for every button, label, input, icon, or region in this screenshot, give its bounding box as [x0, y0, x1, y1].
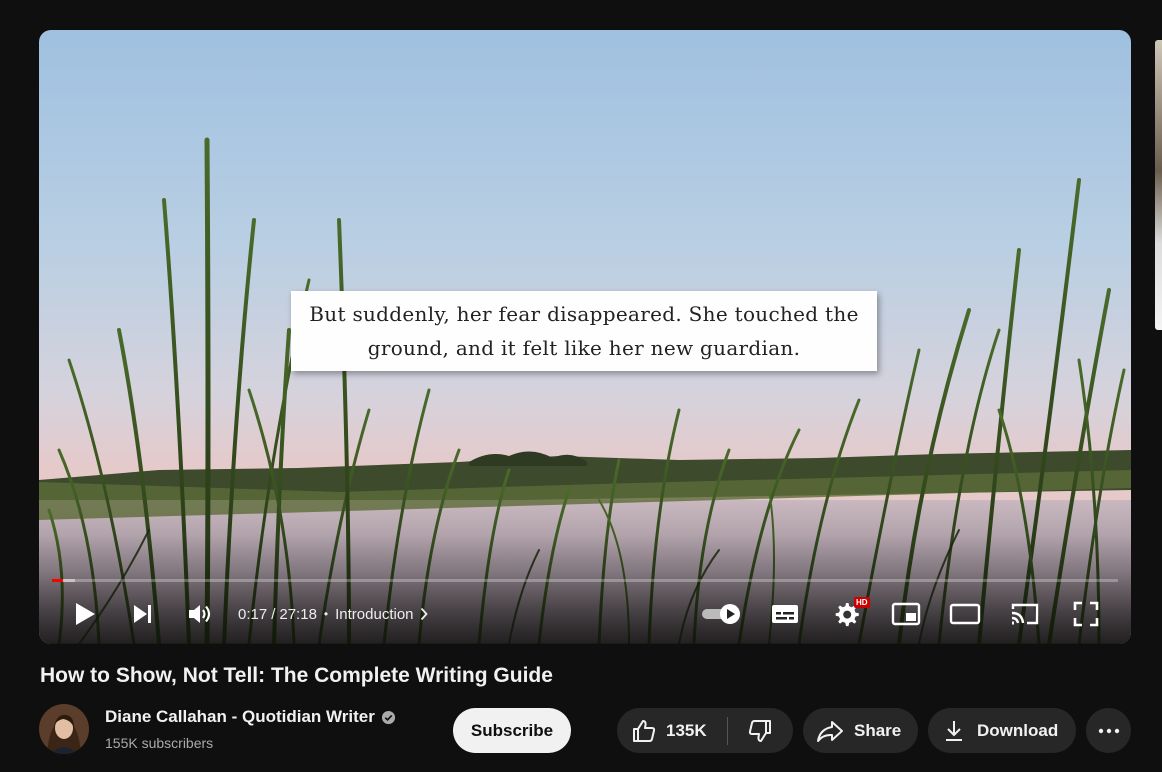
overlay-line-2: ground, and it felt like her new guardia… [367, 336, 801, 360]
time-separator: / [271, 605, 276, 623]
thumbs-up-icon [633, 719, 656, 742]
channel-name-row[interactable]: Diane Callahan - Quotidian Writer [105, 707, 396, 727]
miniplayer-icon [891, 602, 921, 626]
fullscreen-icon [1073, 601, 1099, 627]
autoplay-toggle[interactable] [699, 596, 745, 632]
cast-icon [1011, 603, 1039, 625]
download-icon [946, 720, 962, 741]
subtitles-icon [772, 605, 798, 623]
like-count: 135K [666, 720, 707, 740]
cast-button[interactable] [1006, 596, 1044, 632]
subscribe-label: Subscribe [470, 720, 554, 740]
theater-mode-button[interactable] [946, 596, 984, 632]
next-button[interactable] [125, 596, 161, 632]
miniplayer-button[interactable] [887, 596, 925, 632]
like-button[interactable]: 135K [617, 708, 727, 753]
video-player[interactable]: But suddenly, her fear disappeared. She … [39, 30, 1131, 644]
dislike-button[interactable] [728, 708, 792, 753]
share-label: Share [854, 720, 902, 740]
fullscreen-button[interactable] [1067, 596, 1105, 632]
progress-bar[interactable] [52, 579, 1118, 582]
subscriber-count: 155K subscribers [105, 735, 214, 751]
overlay-line-1: But suddenly, her fear disappeared. She … [309, 302, 859, 326]
like-dislike-group: 135K [617, 708, 793, 753]
time-display: 0:17 / 27:18 • Introduction [238, 603, 428, 625]
download-button[interactable]: Download [928, 708, 1076, 753]
thumbs-down-icon [748, 719, 771, 742]
more-horizontal-icon [1098, 728, 1119, 733]
channel-name[interactable]: Diane Callahan - Quotidian Writer [105, 707, 375, 727]
theater-mode-icon [949, 603, 981, 625]
chapter-dot: • [323, 607, 329, 621]
download-label: Download [977, 720, 1059, 740]
video-title: How to Show, Not Tell: The Complete Writ… [40, 664, 553, 687]
chevron-right-icon [420, 607, 428, 621]
autoplay-toggle-icon [702, 604, 740, 624]
progress-played [52, 579, 63, 582]
subtitles-button[interactable] [766, 596, 804, 632]
more-actions-button[interactable] [1086, 708, 1131, 753]
duration: 27:18 [279, 605, 317, 623]
chapter-button[interactable]: Introduction [335, 605, 428, 623]
avatar-image [39, 704, 89, 754]
play-icon [76, 603, 95, 625]
volume-icon [189, 605, 211, 623]
current-time: 0:17 [238, 605, 268, 623]
next-icon [134, 605, 151, 623]
hd-badge: HD [854, 597, 870, 608]
share-button[interactable]: Share [803, 708, 918, 753]
mute-button[interactable] [182, 596, 218, 632]
subscribe-button[interactable]: Subscribe [453, 708, 571, 753]
video-text-overlay: But suddenly, her fear disappeared. She … [291, 291, 877, 371]
play-button[interactable] [67, 596, 103, 632]
sidebar-thumbnail-edge [1155, 40, 1162, 330]
verified-check-icon [381, 710, 395, 724]
chapter-title: Introduction [335, 605, 414, 623]
share-arrow-icon [817, 720, 843, 742]
channel-avatar[interactable] [39, 704, 89, 754]
